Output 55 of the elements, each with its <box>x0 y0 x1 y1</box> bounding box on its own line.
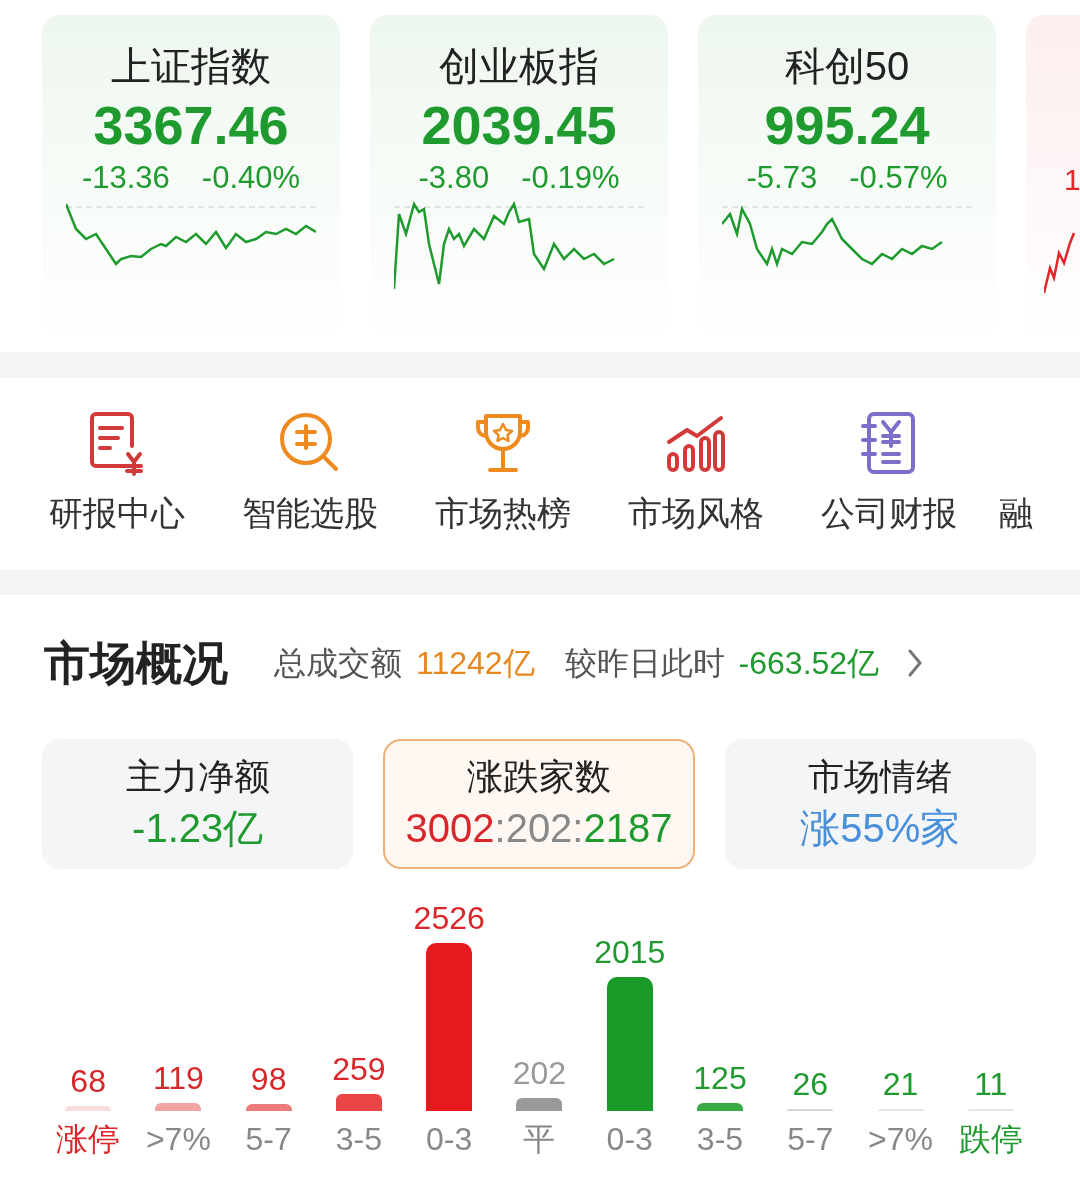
stat-label: 涨跌家数 <box>467 755 611 799</box>
index-value: 3367.46 <box>93 94 289 157</box>
bar-value-label: 68 <box>70 1062 106 1101</box>
compare-label: 较昨日此时 <box>564 644 725 683</box>
turnover-value: 11242亿 <box>416 644 535 683</box>
index-name: 上证指数 <box>111 43 271 90</box>
stat-label: 市场情绪 <box>808 755 953 799</box>
stat-value: 3002:202:2187 <box>405 805 673 852</box>
index-change: -13.36 <box>81 159 170 197</box>
category-label: 平 <box>522 1120 557 1159</box>
section-title: 市场概况 <box>44 635 228 691</box>
shortcut-item[interactable]: 融 <box>999 378 1033 570</box>
index-value: 995.24 <box>764 94 930 157</box>
index-percent: -0.19% <box>521 159 620 197</box>
stat-tab[interactable]: 涨跌家数 3002:202:2187 <box>383 739 695 869</box>
index-change: 1 <box>1064 165 1080 195</box>
shortcut-item[interactable]: 市场风格 <box>623 378 816 570</box>
category-label: >7% <box>867 1120 934 1159</box>
stat-value: 涨55%家 <box>800 805 961 852</box>
category-label: >7% <box>144 1120 212 1159</box>
category-label: 3-5 <box>695 1120 745 1159</box>
shortcut-item[interactable]: 市场热榜 <box>430 378 623 570</box>
index-percent: -0.40% <box>201 159 301 197</box>
bar-value-label: 11 <box>974 1065 1008 1103</box>
bar-value-label: 202 <box>512 1053 567 1092</box>
index-name: 科创50 <box>784 43 910 90</box>
bar-value-label: 21 <box>882 1065 919 1103</box>
bar-value-label: 2526 <box>413 899 485 937</box>
index-change: -5.73 <box>746 159 818 197</box>
category-label: 3-5 <box>334 1120 384 1159</box>
category-label: 0-3 <box>605 1120 654 1159</box>
chevron-right-icon[interactable] <box>907 648 924 678</box>
bar-value-label: 125 <box>693 1058 747 1097</box>
shortcut-item[interactable]: 智能选股 <box>237 378 430 570</box>
stat-tab[interactable]: 市场情绪 涨55%家 <box>724 739 1036 869</box>
category-label: 涨停 <box>55 1120 122 1159</box>
compare-value: -663.52亿 <box>738 644 880 683</box>
category-label: 5-7 <box>244 1120 293 1159</box>
category-label: 跌停 <box>957 1120 1024 1159</box>
bar-value-label: 2015 <box>594 933 666 971</box>
category-label: 0-3 <box>425 1120 474 1159</box>
stat-tab[interactable]: 主力净额 -1.23亿 <box>42 739 354 869</box>
bar-value-label: 26 <box>792 1065 829 1103</box>
category-label: 5-7 <box>786 1120 835 1159</box>
index-change: -3.80 <box>418 159 490 197</box>
index-value: 2039.45 <box>421 94 617 157</box>
bar-value-label: 259 <box>332 1049 386 1088</box>
bar-value-label: 98 <box>250 1060 287 1099</box>
index-percent: -0.57% <box>849 159 948 197</box>
shortcut-item[interactable]: 研报中心 <box>44 378 237 570</box>
turnover-label: 总成交额 <box>274 644 402 683</box>
stat-label: 主力净额 <box>125 755 270 799</box>
index-name: 创业板指 <box>439 43 599 90</box>
bar-value-label: 119 <box>152 1059 204 1098</box>
stat-value: -1.23亿 <box>132 805 264 852</box>
